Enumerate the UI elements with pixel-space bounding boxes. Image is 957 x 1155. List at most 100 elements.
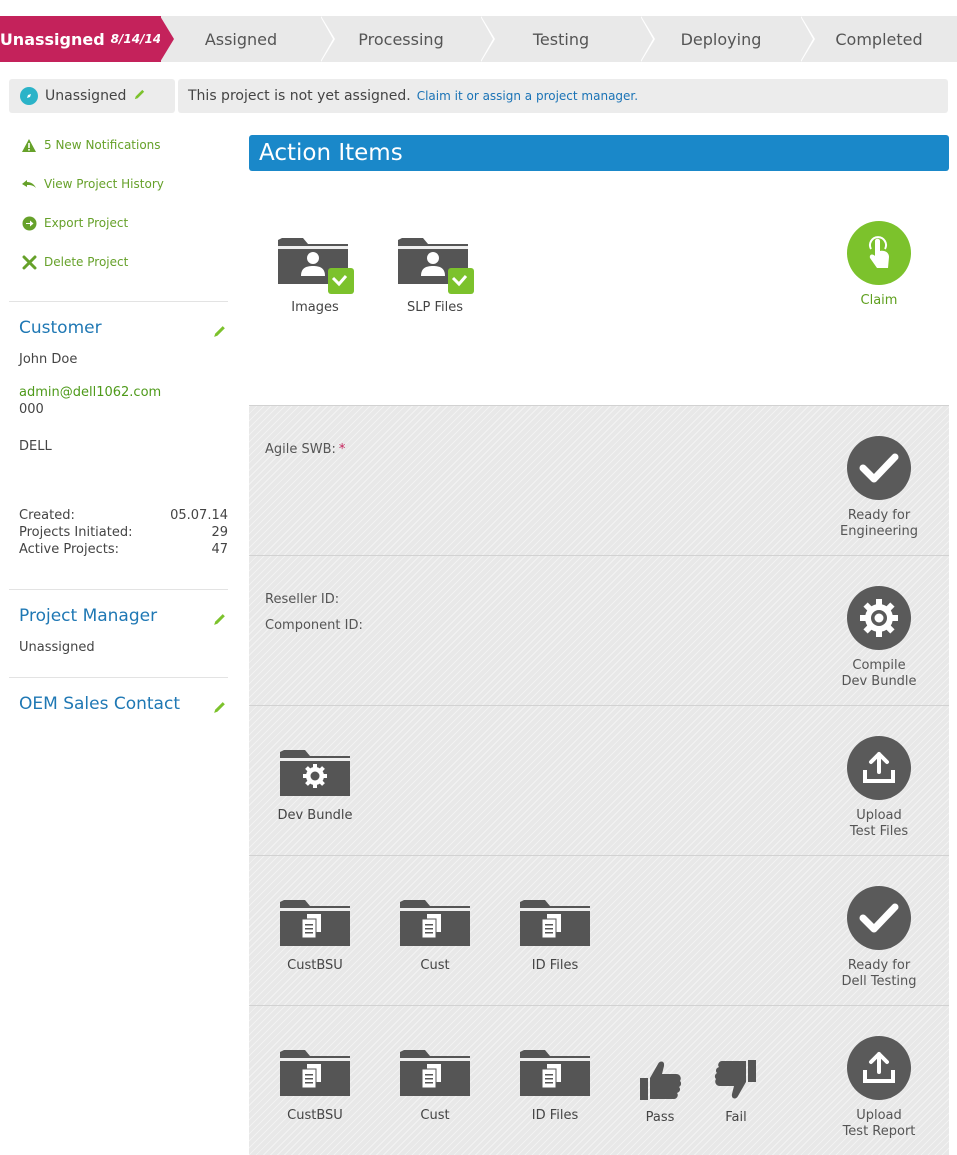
user-folder-icon <box>398 238 474 294</box>
step-label: Completed <box>835 29 923 49</box>
agile-swb-field: Agile SWB: * <box>265 442 345 457</box>
claim-assign-link[interactable]: Claim it or assign a project manager. <box>417 89 638 103</box>
divider <box>9 301 228 302</box>
status-label: Unassigned <box>45 88 127 104</box>
dev-bundle-label: Dev Bundle <box>277 808 353 823</box>
customer-name: John Doe <box>19 352 78 367</box>
id-files-folder[interactable]: ID Files <box>505 896 605 973</box>
action-row-upload-test-files: Dev Bundle Upload Test Files <box>249 705 949 855</box>
project-history-label: View Project History <box>44 177 164 191</box>
history-icon <box>20 175 38 193</box>
button-line: Engineering <box>840 524 918 539</box>
project-manager-value: Unassigned <box>19 640 95 655</box>
pencil-icon[interactable] <box>133 88 146 105</box>
button-line: Test Report <box>842 1124 916 1139</box>
button-line: Ready for <box>847 508 911 523</box>
export-project-link[interactable]: Export Project <box>20 214 128 232</box>
stat-active-label: Active Projects: <box>19 542 119 557</box>
stat-created-label: Created: <box>19 508 75 523</box>
step-unassigned[interactable]: Unassigned 8/14/14 <box>0 16 174 62</box>
step-date: 8/14/14 <box>110 32 162 46</box>
button-line: Compile <box>852 658 906 673</box>
compile-dev-bundle-button[interactable]: Compile Dev Bundle <box>814 586 944 690</box>
upload-icon <box>847 1036 911 1100</box>
id-files-label: ID Files <box>531 958 579 973</box>
edit-project-manager-pencil-icon[interactable] <box>212 612 228 628</box>
oem-sales-title: OEM Sales Contact <box>19 694 180 714</box>
document-folder-icon <box>400 1050 470 1096</box>
assignment-notice: This project is not yet assigned. Claim … <box>178 79 948 113</box>
delete-project-link[interactable]: Delete Project <box>20 253 128 271</box>
step-deploying[interactable]: Deploying <box>641 16 815 62</box>
ready-for-dell-testing-button[interactable]: Ready for Dell Testing <box>814 886 944 990</box>
step-completed[interactable]: Completed <box>801 16 957 62</box>
customer-email[interactable]: admin@dell1062.com <box>19 385 161 400</box>
button-line: Upload <box>856 808 902 823</box>
action-row-test-report: CustBSU Cust ID Files Pass Fail Upload T… <box>249 1005 949 1155</box>
cust-folder[interactable]: Cust <box>385 896 485 973</box>
step-label: Deploying <box>680 29 762 49</box>
customer-phone: 000 <box>19 402 44 417</box>
custbsu-folder[interactable]: CustBSU <box>265 896 365 973</box>
required-marker: * <box>338 442 346 457</box>
fail-button[interactable]: Fail <box>686 1056 786 1125</box>
ready-for-engineering-button[interactable]: Ready for Engineering <box>814 436 944 540</box>
action-items-title: Action Items <box>259 140 403 166</box>
id-files-label: ID Files <box>531 1108 579 1123</box>
user-folder-icon <box>278 238 354 294</box>
export-project-label: Export Project <box>44 216 129 230</box>
cust-label: Cust <box>420 958 450 973</box>
images-folder[interactable]: Images <box>265 230 365 315</box>
customer-title: Customer <box>19 318 102 338</box>
slp-files-folder[interactable]: SLP Files <box>385 230 485 315</box>
button-line: Upload <box>856 1108 902 1123</box>
document-folder-icon <box>520 900 590 946</box>
checkmark-icon <box>847 436 911 500</box>
claim-button[interactable]: Claim <box>814 221 944 309</box>
export-icon <box>20 214 38 232</box>
step-label: Processing <box>358 29 444 49</box>
action-row-dell-testing: CustBSU Cust ID Files Ready for Dell Tes… <box>249 855 949 1005</box>
thumbs-down-icon <box>714 1060 756 1099</box>
stat-active-value: 47 <box>211 542 228 557</box>
cust-label: Cust <box>420 1108 450 1123</box>
status-pill[interactable]: Unassigned <box>9 79 175 113</box>
progress-steps: Unassigned 8/14/14 Assigned Processing T… <box>0 16 957 62</box>
button-line: Test Files <box>849 824 909 839</box>
tap-icon <box>847 221 911 285</box>
edit-customer-pencil-icon[interactable] <box>212 324 228 340</box>
button-line: Ready for <box>847 958 911 973</box>
custbsu-folder[interactable]: CustBSU <box>265 1046 365 1123</box>
step-label: Unassigned <box>0 29 105 49</box>
agile-swb-label: Agile SWB: <box>265 442 336 457</box>
upload-icon <box>847 736 911 800</box>
stat-initiated-value: 29 <box>211 525 228 540</box>
cust-folder[interactable]: Cust <box>385 1046 485 1123</box>
checkmark-icon <box>847 886 911 950</box>
component-id-label: Component ID: <box>265 618 363 633</box>
gear-icon <box>847 586 911 650</box>
slp-files-label: SLP Files <box>407 300 463 315</box>
upload-test-report-button[interactable]: Upload Test Report <box>814 1036 944 1140</box>
notifications-link[interactable]: 5 New Notifications <box>20 136 161 154</box>
customer-company: DELL <box>19 439 52 454</box>
edit-oem-pencil-icon[interactable] <box>212 700 228 716</box>
images-label: Images <box>291 300 339 315</box>
step-assigned[interactable]: Assigned <box>161 16 335 62</box>
notice-text: This project is not yet assigned. <box>188 88 411 104</box>
stat-created-value: 05.07.14 <box>170 508 228 523</box>
button-line: Dell Testing <box>841 974 917 989</box>
upload-test-files-button[interactable]: Upload Test Files <box>814 736 944 840</box>
reseller-id-label: Reseller ID: <box>265 592 340 607</box>
step-processing[interactable]: Processing <box>321 16 495 62</box>
id-files-folder[interactable]: ID Files <box>505 1046 605 1123</box>
fail-label: Fail <box>725 1110 747 1125</box>
dev-bundle-folder[interactable]: Dev Bundle <box>265 746 365 823</box>
action-row-engineering: Agile SWB: * Ready for Engineering <box>249 405 949 555</box>
thumbs-up-icon <box>640 1061 682 1100</box>
warning-icon <box>20 136 38 154</box>
document-folder-icon <box>520 1050 590 1096</box>
stat-initiated-label: Projects Initiated: <box>19 525 133 540</box>
project-history-link[interactable]: View Project History <box>20 175 164 193</box>
step-testing[interactable]: Testing <box>481 16 655 62</box>
